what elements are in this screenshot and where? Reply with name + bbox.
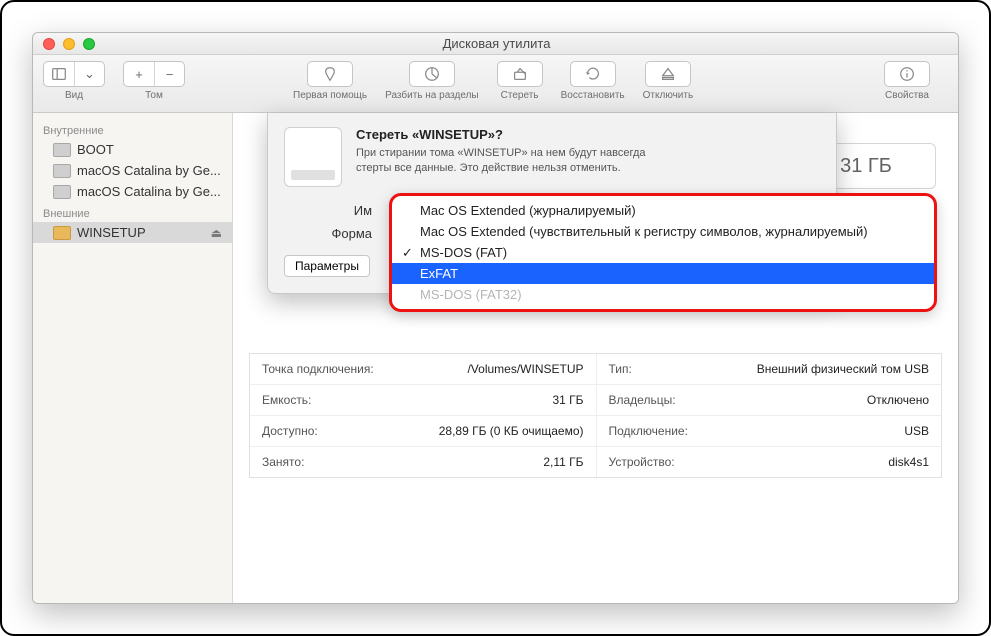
toolbar-label-view: Вид — [65, 90, 83, 101]
format-label: Форма — [284, 226, 372, 241]
sidebar-item-boot[interactable]: BOOT — [33, 139, 232, 160]
sidebar-item-label: macOS Catalina by Ge... — [77, 184, 222, 199]
toolbar-label-unmount: Отключить — [643, 90, 694, 101]
disk-icon — [53, 143, 71, 157]
erase-button[interactable] — [497, 61, 543, 87]
format-dropdown[interactable]: Mac OS Extended (журналируемый) Mac OS E… — [389, 193, 937, 312]
dropdown-option[interactable]: Mac OS Extended (журналируемый) — [392, 200, 934, 221]
info-val: Внешний физический том USB — [757, 362, 929, 376]
name-label: Им — [284, 203, 372, 218]
dropdown-option-disabled: MS-DOS (FAT32) — [392, 284, 934, 305]
plus-icon[interactable]: + — [124, 62, 154, 86]
volume-segmented[interactable]: + − — [123, 61, 185, 87]
sidebar: Внутренние BOOT macOS Catalina by Ge... … — [33, 113, 233, 603]
external-disk-icon — [53, 226, 71, 240]
sidebar-header-internal: Внутренние — [33, 119, 232, 139]
sidebar-item-catalina-1[interactable]: macOS Catalina by Ge... — [33, 160, 232, 181]
info-val: disk4s1 — [888, 455, 929, 469]
minimize-icon[interactable] — [63, 38, 75, 50]
toolbar-label-info: Свойства — [885, 90, 929, 101]
minus-icon[interactable]: − — [154, 62, 184, 86]
drive-image-icon — [284, 127, 342, 187]
sidebar-toggle-icon[interactable] — [44, 62, 74, 86]
info-val: 28,89 ГБ (0 КБ очищаемо) — [439, 424, 584, 438]
toolbar-label-erase: Стереть — [501, 90, 539, 101]
info-key: Тип: — [609, 362, 632, 376]
params-label: Параметры — [295, 259, 359, 273]
sidebar-header-external: Внешние — [33, 202, 232, 222]
chevron-down-icon[interactable]: ⌄ — [74, 62, 104, 86]
info-button[interactable] — [884, 61, 930, 87]
toolbar: ⌄ Вид + − Том Первая помощь Разбить на р… — [33, 55, 958, 113]
sheet-title: Стереть «WINSETUP»? — [356, 127, 676, 142]
sidebar-item-label: BOOT — [77, 142, 222, 157]
window-controls — [43, 38, 95, 50]
dropdown-option[interactable]: Mac OS Extended (чувствительный к регист… — [392, 221, 934, 242]
info-val: 2,11 ГБ — [543, 455, 583, 469]
security-options-button[interactable]: Параметры — [284, 255, 370, 277]
toolbar-label-restore: Восстановить — [561, 90, 625, 101]
disk-icon — [53, 164, 71, 178]
eject-icon[interactable]: ⏏ — [211, 226, 222, 240]
info-key: Точка подключения: — [262, 362, 374, 376]
sidebar-item-label: WINSETUP — [77, 225, 205, 240]
restore-button[interactable] — [570, 61, 616, 87]
sheet-desc: При стирании тома «WINSETUP» на нем буду… — [356, 146, 676, 176]
unmount-button[interactable] — [645, 61, 691, 87]
app-window: Дисковая утилита ⌄ Вид + − Том — [32, 32, 959, 604]
info-key: Владельцы: — [609, 393, 676, 407]
sidebar-item-catalina-2[interactable]: macOS Catalina by Ge... — [33, 181, 232, 202]
toolbar-label-partition: Разбить на разделы — [385, 90, 478, 101]
sidebar-item-winsetup[interactable]: WINSETUP ⏏ — [33, 222, 232, 243]
info-val: Отключено — [867, 393, 929, 407]
info-grid: Точка подключения: /Volumes/WINSETUP Тип:… — [249, 353, 942, 478]
zoom-icon[interactable] — [83, 38, 95, 50]
toolbar-label-volume: Том — [145, 90, 163, 101]
info-val: /Volumes/WINSETUP — [467, 362, 583, 376]
window-title: Дисковая утилита — [95, 36, 898, 51]
sidebar-item-label: macOS Catalina by Ge... — [77, 163, 222, 178]
toolbar-label-firstaid: Первая помощь — [293, 90, 367, 101]
close-icon[interactable] — [43, 38, 55, 50]
titlebar: Дисковая утилита — [33, 33, 958, 55]
info-key: Емкость: — [262, 393, 311, 407]
dropdown-option-selected[interactable]: ExFAT — [392, 263, 934, 284]
info-key: Устройство: — [609, 455, 675, 469]
info-key: Подключение: — [609, 424, 688, 438]
first-aid-button[interactable] — [307, 61, 353, 87]
info-key: Занято: — [262, 455, 304, 469]
info-val: 31 ГБ — [552, 393, 583, 407]
info-val: USB — [904, 424, 929, 438]
info-key: Доступно: — [262, 424, 318, 438]
view-segmented[interactable]: ⌄ — [43, 61, 105, 87]
partition-button[interactable] — [409, 61, 455, 87]
dropdown-option-checked[interactable]: MS-DOS (FAT) — [392, 242, 934, 263]
disk-icon — [53, 185, 71, 199]
